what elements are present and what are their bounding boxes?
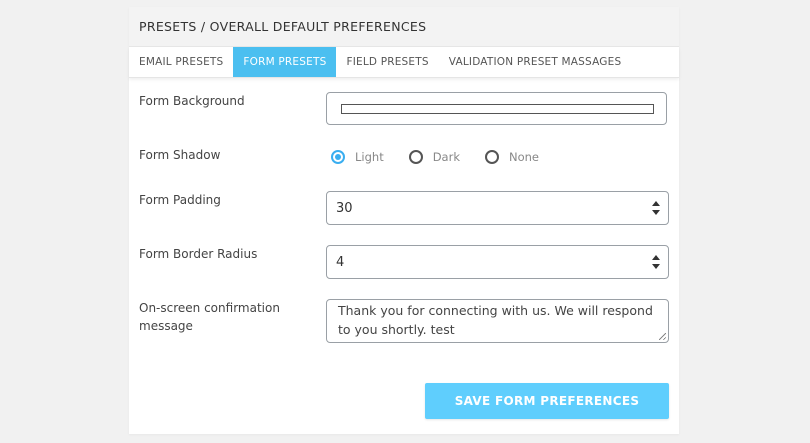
shadow-option-dark[interactable]: Dark: [408, 150, 460, 164]
confirmation-message-label: On-screen confirmation message: [139, 301, 280, 333]
tab-field-presets[interactable]: FIELD PRESETS: [336, 47, 438, 77]
form-background-label: Form Background: [139, 94, 245, 108]
form-presets-panel: PRESETS / OVERALL DEFAULT PREFERENCES EM…: [129, 7, 679, 434]
form-padding-input[interactable]: 30: [326, 191, 669, 225]
form-border-radius-label: Form Border Radius: [139, 247, 258, 261]
panel-header: PRESETS / OVERALL DEFAULT PREFERENCES: [129, 7, 679, 47]
tab-email-presets[interactable]: EMAIL PRESETS: [129, 47, 233, 77]
panel-title: PRESETS / OVERALL DEFAULT PREFERENCES: [139, 19, 427, 34]
confirmation-message-textarea[interactable]: Thank you for connecting with us. We wil…: [326, 299, 669, 343]
form-padding-label: Form Padding: [139, 193, 221, 207]
tab-validation-preset-massages[interactable]: VALIDATION PRESET MASSAGES: [439, 47, 632, 77]
form-border-radius-value: 4: [336, 254, 345, 270]
color-swatch: [341, 104, 654, 114]
form-shadow-radio-group: Light Dark None: [331, 150, 564, 164]
form-background-color-picker[interactable]: [326, 92, 667, 125]
preset-tabs: EMAIL PRESETS FORM PRESETS FIELD PRESETS…: [129, 47, 679, 78]
form-border-radius-input[interactable]: 4: [326, 245, 669, 279]
shadow-option-light[interactable]: Light: [331, 150, 384, 164]
resize-grip-icon[interactable]: [659, 333, 666, 340]
confirmation-message-text: Thank you for connecting with us. We wil…: [338, 303, 653, 337]
shadow-option-none-label: None: [509, 150, 540, 164]
tab-form-presets[interactable]: FORM PRESETS: [233, 47, 337, 77]
shadow-option-light-label: Light: [355, 150, 384, 164]
save-form-preferences-button[interactable]: SAVE FORM PREFERENCES: [425, 383, 669, 419]
radio-unchecked-icon[interactable]: [408, 150, 423, 164]
form-padding-value: 30: [336, 200, 353, 216]
shadow-option-none[interactable]: None: [485, 150, 539, 164]
radio-unchecked-icon[interactable]: [485, 150, 499, 164]
shadow-option-dark-label: Dark: [432, 150, 460, 164]
spinner-arrows-icon[interactable]: [652, 255, 660, 269]
form-shadow-label: Form Shadow: [139, 148, 221, 162]
spinner-arrows-icon[interactable]: [652, 201, 660, 215]
radio-checked-icon[interactable]: [331, 150, 345, 164]
